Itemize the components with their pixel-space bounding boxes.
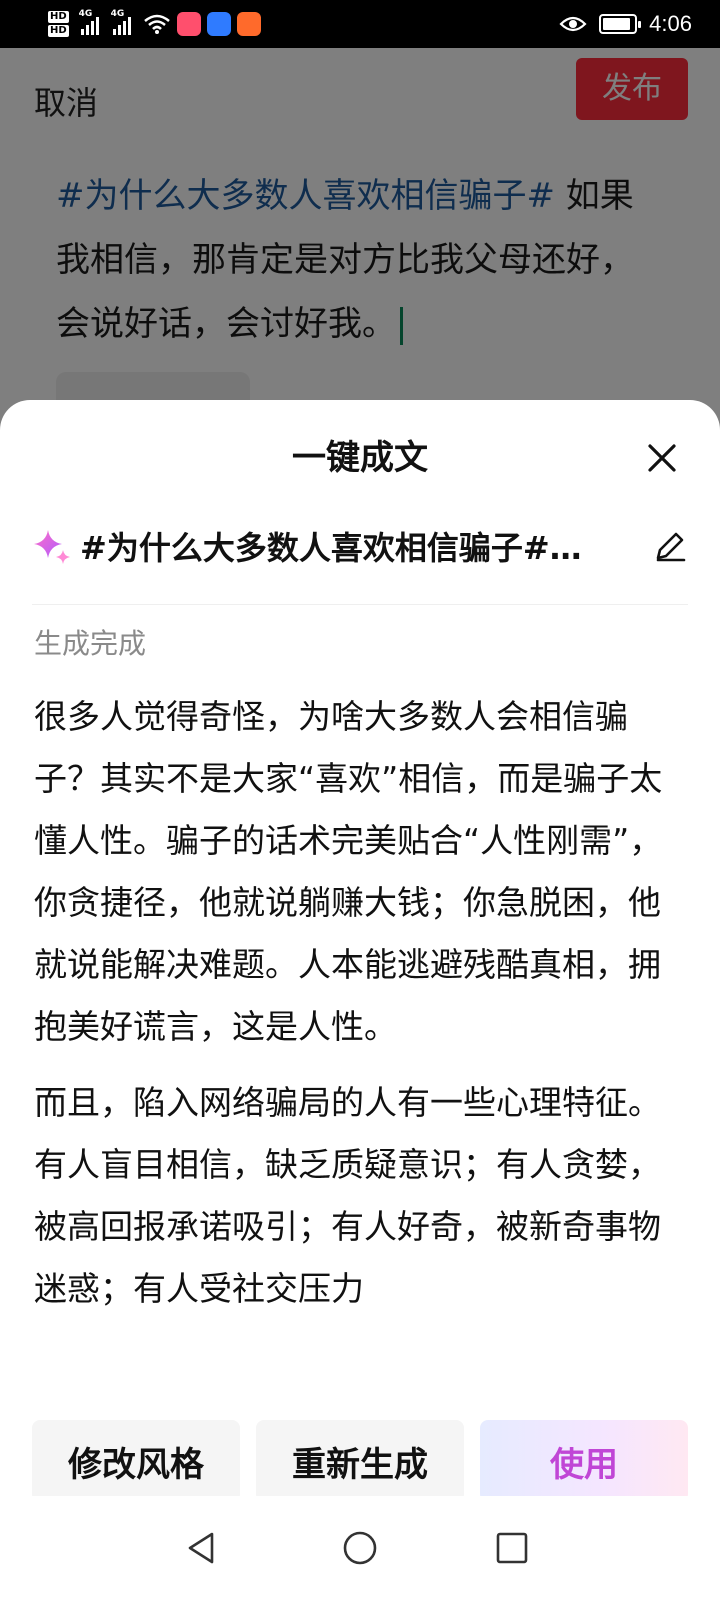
generation-status: 生成完成	[34, 627, 147, 660]
hd-badge-1: HD	[48, 11, 69, 23]
app-notification-icon-3	[236, 12, 261, 36]
eye-icon	[559, 16, 587, 32]
back-icon[interactable]	[182, 1528, 222, 1568]
hd-indicators: HD HD	[48, 11, 69, 37]
hd-badge-2: HD	[48, 25, 69, 37]
signal-icon: 4G	[79, 9, 99, 35]
divider	[32, 604, 688, 605]
home-icon[interactable]	[340, 1528, 380, 1568]
network-type-1: 4G	[78, 9, 93, 19]
network-type-2: 4G	[110, 9, 125, 19]
battery-level	[603, 18, 631, 30]
wifi-icon	[143, 14, 170, 34]
article-paragraph-1: 很多人觉得奇怪，为啥大多数人会相信骗子？其实不是大家“喜欢”相信，而是骗子太懂人…	[34, 697, 663, 1046]
status-left: HD HD 4G 4G	[48, 6, 261, 42]
use-button[interactable]: 使用	[480, 1420, 688, 1502]
recents-icon[interactable]	[492, 1528, 532, 1568]
generated-article: 很多人觉得奇怪，为啥大多数人会相信骗子？其实不是大家“喜欢”相信，而是骗子太懂人…	[34, 686, 684, 1366]
one-click-writing-sheet: 一键成文 #为什么大多数人喜欢相信骗子#… 生成完成 很多人觉得奇怪，为啥大多数…	[0, 400, 720, 1600]
topic-title: #为什么大多数人喜欢相信骗子#…	[80, 529, 582, 567]
system-nav-bar	[0, 1496, 720, 1600]
clock: 4:06	[649, 11, 692, 36]
modify-style-button[interactable]: 修改风格	[32, 1420, 240, 1502]
pencil-icon[interactable]	[652, 528, 688, 564]
article-paragraph-2: 而且，陷入网络骗局的人有一些心理特征。有人盲目相信，缺乏质疑意识；有人贪婪，被高…	[34, 1083, 661, 1308]
signal-icon-2: 4G	[111, 9, 131, 35]
regenerate-button[interactable]: 重新生成	[256, 1420, 464, 1502]
close-icon[interactable]	[642, 438, 682, 478]
status-bar: HD HD 4G 4G 4:06	[0, 0, 720, 48]
sheet-title: 一键成文	[292, 438, 428, 478]
status-right: 4:06	[559, 0, 692, 48]
action-buttons: 修改风格 重新生成 使用	[32, 1420, 688, 1502]
sparkle-icon	[34, 530, 70, 564]
topic-row[interactable]: #为什么大多数人喜欢相信骗子#…	[32, 518, 688, 574]
battery-icon	[599, 14, 642, 34]
app-notification-icon-1	[176, 12, 201, 36]
app-notification-icon-2	[206, 12, 231, 36]
